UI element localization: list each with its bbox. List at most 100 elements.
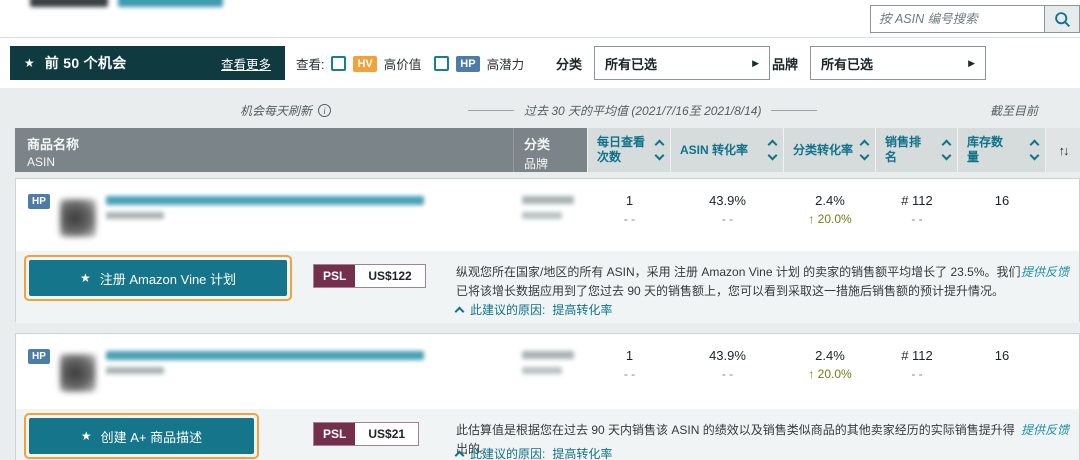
sort-down-icon[interactable] xyxy=(942,151,952,161)
sort-category-conversion[interactable] xyxy=(861,141,868,159)
sort-down-icon[interactable] xyxy=(860,151,870,161)
star-icon: ★ xyxy=(81,429,92,443)
product-title-link[interactable] xyxy=(106,196,424,205)
action-button-label: 创建 A+ 商品描述 xyxy=(101,427,203,446)
star-icon: ★ xyxy=(80,271,91,285)
sort-up-icon[interactable] xyxy=(768,140,778,150)
category-brand-cell xyxy=(514,334,588,409)
period-annotation: 过去 30 天的平均值 (2021/7/16至 2021/8/14) xyxy=(468,102,817,119)
hp-row-badge: HP xyxy=(28,194,50,209)
sort-down-icon[interactable] xyxy=(1030,151,1040,161)
sort-up-icon[interactable] xyxy=(1030,140,1040,150)
reason-link[interactable]: 提高转化率 xyxy=(552,445,612,460)
inventory-value: 16 xyxy=(958,193,1046,208)
category-conversion-change: ↑ 20.0% xyxy=(784,212,876,226)
sort-sales-rank[interactable] xyxy=(943,141,950,159)
refresh-note: 机会每天刷新 i xyxy=(240,102,331,119)
brand-value-blur xyxy=(522,212,562,219)
sort-up-icon[interactable] xyxy=(655,140,665,150)
category-label: 分类 xyxy=(556,54,582,73)
table-header: 商品名称 ASIN 分类 品牌 每日查看次数 ASIN 转化率 分类转化率 销售… xyxy=(15,128,1080,172)
column-header-asin-conversion: ASIN 转化率 xyxy=(670,128,783,172)
product-row: HP 1 - - 43.9% - - 2.4% xyxy=(16,179,1079,251)
recommendation-band: ★ 创建 A+ 商品描述 PSL US$21 此估算值是根据您在过去 90 天内… xyxy=(16,409,1079,460)
column-header-category-conversion: 分类转化率 xyxy=(783,128,875,172)
product-title-link[interactable] xyxy=(106,351,424,360)
sort-down-icon[interactable] xyxy=(655,151,665,161)
top-opportunities-header: ★ 前 50 个机会 查看更多 xyxy=(10,46,285,80)
enroll-vine-button[interactable]: ★ 注册 Amazon Vine 计划 xyxy=(29,260,287,296)
sort-up-icon[interactable] xyxy=(942,140,952,150)
refresh-note-text: 机会每天刷新 xyxy=(240,102,312,119)
brand-dropdown-value: 所有已选 xyxy=(821,54,873,73)
cropped-link-blur[interactable] xyxy=(118,0,223,7)
table-annotations: 机会每天刷新 i 过去 30 天的平均值 (2021/7/16至 2021/8/… xyxy=(0,102,1080,120)
asin-conversion-value: 43.9% xyxy=(671,193,784,208)
column-header-category: 分类 品牌 xyxy=(513,128,587,172)
current-label: 截至目前 xyxy=(990,102,1038,119)
sort-inventory[interactable] xyxy=(1031,141,1038,159)
asin-conversion-cell: 43.9% - - xyxy=(671,334,784,409)
product-cell: HP xyxy=(16,334,514,409)
asin-conversion-change: - - xyxy=(671,367,784,381)
hp-badge: HP xyxy=(456,56,479,72)
brand-dropdown[interactable]: 所有已选 ▶ xyxy=(810,46,986,80)
info-icon[interactable]: i xyxy=(318,104,331,117)
daily-views-header-label: 每日查看次数 xyxy=(597,135,656,165)
inventory-value: 16 xyxy=(958,348,1046,363)
opportunity-explorer-page: ★ 前 50 个机会 查看更多 查看: HV 高价值 HP 高潜力 分类 所有已… xyxy=(0,0,1080,460)
view-label: 查看: xyxy=(296,54,324,73)
sales-rank-change: - - xyxy=(876,212,958,226)
feedback-link[interactable]: 提供反馈 xyxy=(1021,263,1069,280)
column-header-product: 商品名称 ASIN xyxy=(15,128,513,172)
reason-link[interactable]: 提高转化率 xyxy=(552,301,612,318)
daily-views-change: - - xyxy=(588,212,671,226)
dropdown-arrow-icon: ▶ xyxy=(752,58,759,69)
category-conversion-value: 2.4% xyxy=(784,348,876,363)
daily-views-cell: 1 - - xyxy=(588,334,671,409)
product-image xyxy=(60,354,96,392)
search-button[interactable] xyxy=(1044,5,1080,33)
product-header-line2: ASIN xyxy=(27,155,513,169)
asin-conversion-header-label: ASIN 转化率 xyxy=(680,143,758,158)
hv-label: 高价值 xyxy=(384,54,422,73)
product-header-line1: 商品名称 xyxy=(27,134,513,153)
dropdown-arrow-icon: ▶ xyxy=(968,58,975,69)
category-value-blur xyxy=(522,196,574,204)
reason-label: 此建议的原因: xyxy=(470,445,545,460)
opportunity-row: HP 1 - - 43.9% - - 2.4% xyxy=(15,333,1080,460)
row-actions-cell xyxy=(1046,334,1080,409)
psl-value: US$122 xyxy=(355,265,424,287)
hv-checkbox[interactable] xyxy=(331,56,346,71)
sort-asin-conversion[interactable] xyxy=(769,141,776,159)
search-icon xyxy=(1054,11,1071,28)
create-aplus-button[interactable]: ★ 创建 A+ 商品描述 xyxy=(29,418,254,454)
sort-daily-views[interactable] xyxy=(656,141,663,159)
column-header-inventory: 库存数量 xyxy=(957,128,1045,172)
inventory-header-label: 库存数量 xyxy=(967,135,1009,165)
asin-conversion-change: - - xyxy=(671,212,784,226)
view-more-link[interactable]: 查看更多 xyxy=(221,54,271,73)
category-conversion-header-label: 分类转化率 xyxy=(793,143,857,158)
recommendation-highlight: ★ 创建 A+ 商品描述 xyxy=(24,413,259,459)
sales-rank-change: - - xyxy=(876,367,958,381)
opportunity-row: HP 1 - - 43.9% - - 2.4% xyxy=(15,178,1080,322)
view-filters: 查看: HV 高价值 HP 高潜力 xyxy=(296,54,530,73)
category-dropdown[interactable]: 所有已选 ▶ xyxy=(594,46,770,80)
category-dropdown-value: 所有已选 xyxy=(605,54,657,73)
product-image xyxy=(60,199,96,237)
period-label: 过去 30 天的平均值 (2021/7/16至 2021/8/14) xyxy=(524,102,761,119)
collapse-icon[interactable] xyxy=(455,450,465,460)
sort-toggle-icon[interactable]: ↑↓ xyxy=(1045,128,1080,172)
feedback-link[interactable]: 提供反馈 xyxy=(1021,421,1069,438)
search-input[interactable] xyxy=(870,5,1044,33)
collapse-icon[interactable] xyxy=(455,306,465,316)
psl-estimate: PSL US$21 xyxy=(313,422,419,446)
hv-badge: HV xyxy=(353,56,376,72)
sort-up-icon[interactable] xyxy=(860,140,870,150)
category-value-blur xyxy=(522,351,574,359)
hp-checkbox[interactable] xyxy=(434,56,449,71)
sort-down-icon[interactable] xyxy=(768,151,778,161)
sales-rank-header-label: 销售排名 xyxy=(885,135,927,165)
psl-badge: PSL xyxy=(314,423,355,445)
